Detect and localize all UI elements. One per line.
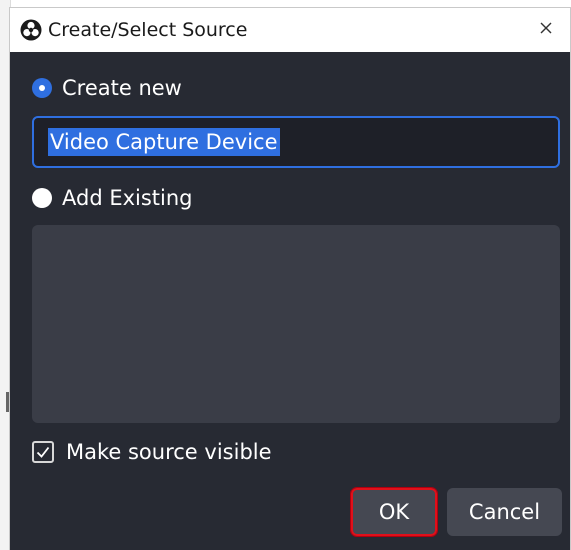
source-name-input[interactable]: Video Capture Device: [32, 116, 560, 168]
create-new-radio[interactable]: Create new: [32, 76, 182, 100]
checkbox-checked-icon[interactable]: [32, 441, 54, 463]
close-button[interactable]: [532, 16, 560, 44]
screen: Create/Select Source Create new Video Ca…: [0, 0, 571, 550]
obs-logo-icon: [20, 19, 42, 41]
create-select-source-dialog: Create/Select Source Create new Video Ca…: [10, 8, 570, 550]
make-source-visible-label: Make source visible: [66, 440, 272, 464]
make-source-visible-checkbox[interactable]: Make source visible: [32, 440, 272, 464]
close-icon: [539, 21, 553, 40]
title-bar: Create/Select Source: [10, 8, 570, 52]
radio-unchecked-icon[interactable]: [32, 188, 52, 208]
window-title: Create/Select Source: [48, 19, 248, 41]
add-existing-label: Add Existing: [62, 186, 193, 210]
add-existing-radio[interactable]: Add Existing: [32, 186, 193, 210]
ok-button[interactable]: OK: [350, 487, 438, 537]
radio-checked-icon[interactable]: [32, 78, 52, 98]
create-new-label: Create new: [62, 76, 182, 100]
existing-sources-list[interactable]: [32, 225, 560, 423]
source-name-value: Video Capture Device: [48, 128, 280, 156]
cancel-button[interactable]: Cancel: [447, 488, 562, 536]
